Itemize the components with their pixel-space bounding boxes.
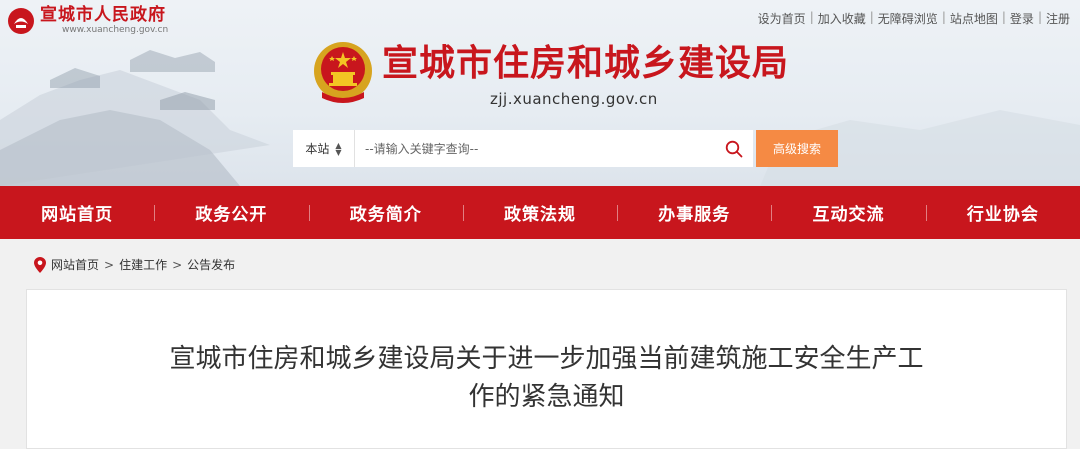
set-homepage-link[interactable]: 设为首页	[758, 10, 806, 27]
breadcrumb-separator: >	[104, 257, 115, 272]
article-title-line-2: 作的紧急通知	[468, 382, 625, 412]
gov-seal-icon	[8, 7, 34, 34]
article-title: 宣城市住房和城乡建设局关于进一步加强当前建筑施工安全生产工 作的紧急通知	[27, 340, 1066, 416]
nav-item-policies[interactable]: 政策法规	[462, 186, 617, 239]
site-title[interactable]: 宣城市住房和城乡建设局 zjj.xuancheng.gov.cn	[312, 40, 789, 108]
breadcrumb: 网站首页 > 住建工作 > 公告发布	[34, 256, 235, 273]
add-favorite-link[interactable]: 加入收藏	[818, 10, 866, 27]
nav-item-introduction[interactable]: 政务简介	[308, 186, 463, 239]
accessibility-link[interactable]: 无障碍浏览	[878, 10, 938, 27]
site-name: 宣城市住房和城乡建设局	[382, 43, 790, 84]
national-emblem-icon	[314, 42, 372, 103]
article-title-line-1: 宣城市住房和城乡建设局关于进一步加强当前建筑施工安全生产工	[169, 344, 924, 374]
article-panel: 宣城市住房和城乡建设局关于进一步加强当前建筑施工安全生产工 作的紧急通知	[26, 289, 1067, 449]
breadcrumb-separator: >	[172, 257, 183, 272]
search-input[interactable]	[355, 130, 715, 167]
location-pin-icon	[34, 256, 46, 273]
divider: |	[1037, 10, 1042, 24]
gov-logo[interactable]: 宣城市人民政府 www.xuancheng.gov.cn	[6, 5, 168, 36]
site-header: 宣城市人民政府 www.xuancheng.gov.cn 设为首页 | 加入收藏…	[0, 0, 1080, 186]
divider: |	[1001, 10, 1006, 24]
nav-item-gov-affairs[interactable]: 政务公开	[154, 186, 308, 239]
gov-name: 宣城市人民政府	[40, 5, 166, 25]
nav-item-interaction[interactable]: 互动交流	[771, 186, 925, 239]
nav-item-associations[interactable]: 行业协会	[925, 186, 1080, 239]
advanced-search-button[interactable]: 高级搜索	[756, 130, 838, 167]
divider: |	[869, 10, 874, 24]
divider: |	[941, 10, 946, 24]
sort-arrows-icon: ▲ ▼	[335, 140, 342, 157]
login-link[interactable]: 登录	[1010, 10, 1034, 27]
search-scope-label: 本站	[305, 142, 330, 156]
search-bar: 本站 ▲▼ 高级搜索	[293, 130, 838, 167]
divider: |	[809, 10, 814, 24]
top-links: 设为首页 | 加入收藏 | 无障碍浏览 | 站点地图 | 登录 | 注册	[758, 10, 1070, 27]
site-domain: zjj.xuancheng.gov.cn	[490, 90, 658, 108]
nav-item-home[interactable]: 网站首页	[0, 186, 154, 239]
search-button[interactable]	[715, 130, 753, 167]
nav-item-services[interactable]: 办事服务	[617, 186, 771, 239]
register-link[interactable]: 注册	[1046, 10, 1070, 27]
gov-url: www.xuancheng.gov.cn	[62, 25, 169, 35]
main-nav: 网站首页 政务公开 政务简介 政策法规 办事服务 互动交流 行业协会	[0, 186, 1080, 239]
search-scope-select[interactable]: 本站 ▲ ▼	[293, 130, 355, 167]
breadcrumb-construction-work[interactable]: 住建工作	[119, 256, 167, 273]
breadcrumb-announcements[interactable]: 公告发布	[187, 256, 235, 273]
search-icon	[725, 140, 743, 157]
sitemap-link[interactable]: 站点地图	[950, 10, 998, 27]
breadcrumb-home[interactable]: 网站首页	[51, 256, 99, 273]
